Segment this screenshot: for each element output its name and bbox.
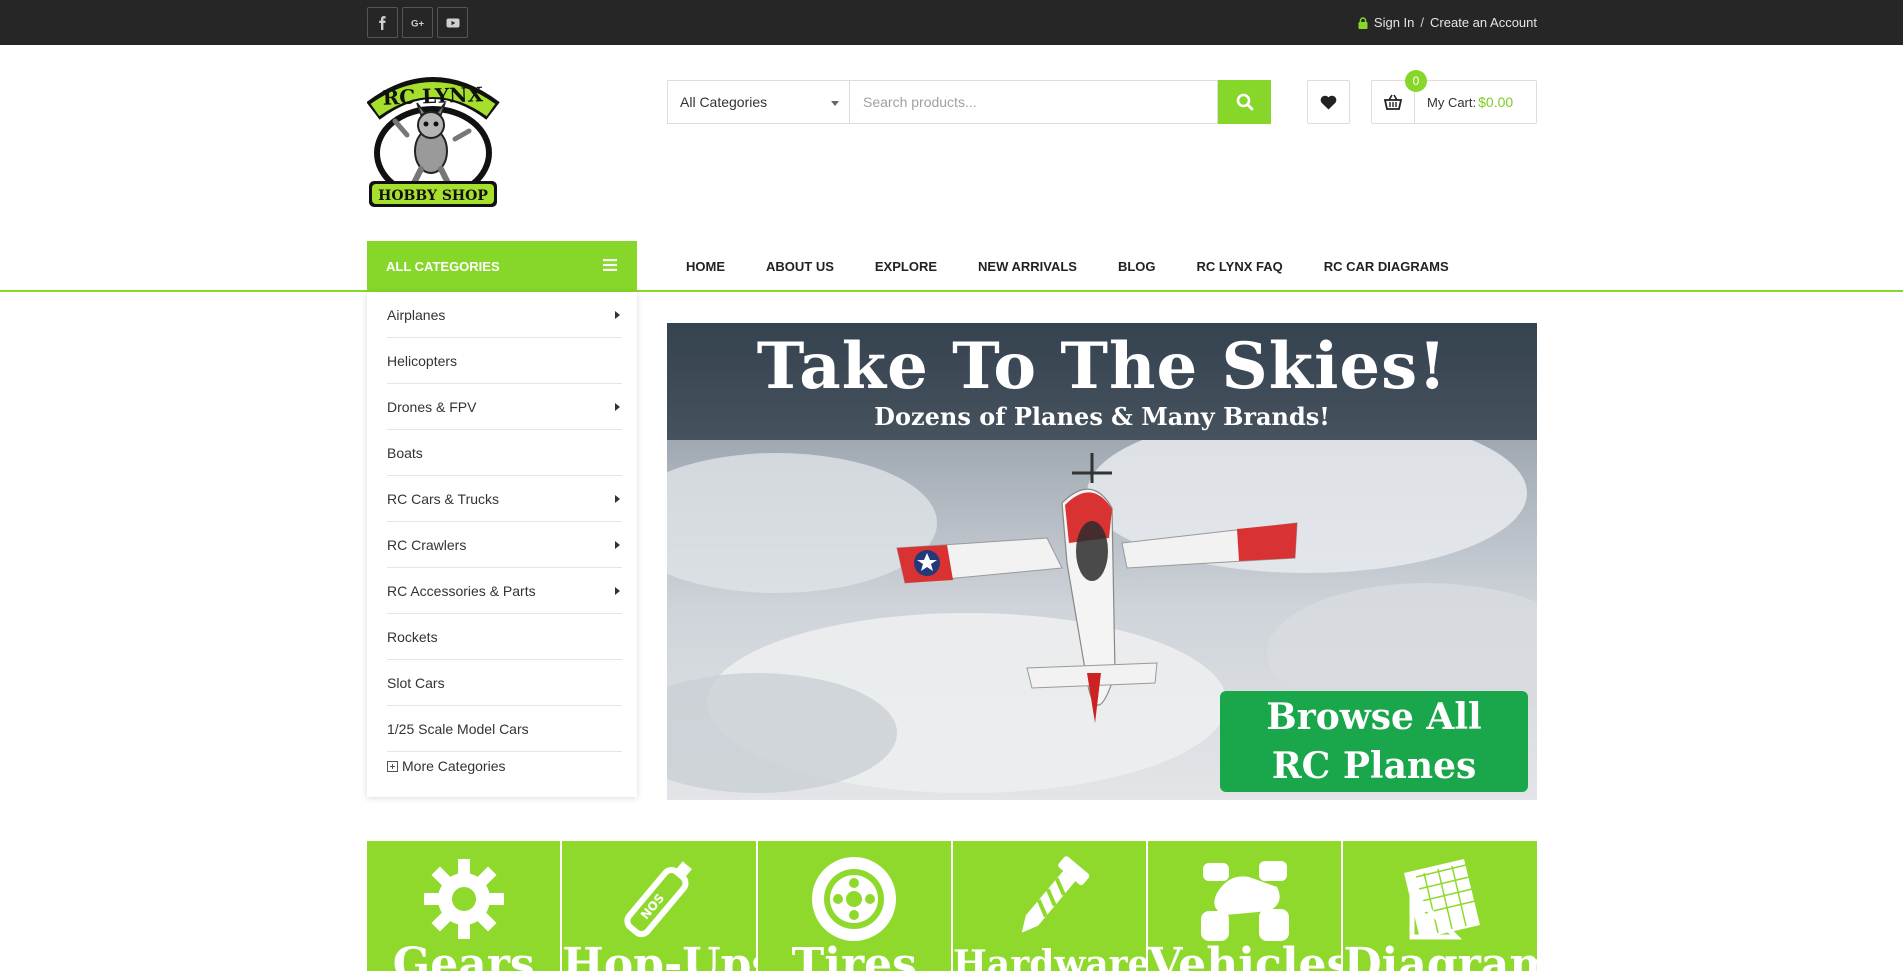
more-categories-link[interactable]: More Categories — [387, 758, 506, 774]
nav-home[interactable]: HOME — [686, 259, 725, 274]
category-item-boats[interactable]: Boats — [387, 430, 622, 476]
create-account-link[interactable]: Create an Account — [1430, 15, 1537, 30]
plus-square-icon — [387, 760, 398, 772]
more-categories-label: More Categories — [402, 758, 506, 774]
tile-label: Hardware — [952, 943, 1147, 971]
category-select-value: All Categories — [680, 94, 768, 110]
category-item-rockets[interactable]: Rockets — [387, 614, 622, 660]
facebook-icon[interactable] — [367, 7, 398, 38]
tile-label: Diagrams — [1343, 939, 1537, 971]
chevron-right-icon — [615, 587, 620, 595]
nav-explore[interactable]: EXPLORE — [875, 259, 937, 274]
category-label: RC Crawlers — [387, 536, 467, 553]
screw-icon — [1021, 856, 1089, 933]
nav-blog[interactable]: BLOG — [1118, 259, 1156, 274]
tile-label: Tires — [791, 939, 917, 971]
nav-about-us[interactable]: ABOUT US — [766, 259, 834, 274]
heart-icon — [1320, 95, 1337, 109]
chevron-right-icon — [615, 403, 620, 411]
category-item-rc-accessories-parts[interactable]: RC Accessories & Parts — [387, 568, 622, 614]
cta-line-1: Browse All — [1266, 696, 1482, 738]
tile-label: Vehicles — [1148, 939, 1342, 971]
chevron-right-icon — [615, 541, 620, 549]
category-label: Slot Cars — [387, 674, 445, 691]
tile-hop-ups[interactable]: NOS Hop-Ups — [562, 841, 756, 971]
tile-diagrams[interactable]: Diagrams — [1343, 841, 1537, 971]
category-label: Helicopters — [387, 352, 458, 369]
category-item-helicopters[interactable]: Helicopters — [387, 338, 622, 384]
cart-button[interactable]: 0 My Cart: $0.00 — [1371, 70, 1537, 124]
svg-text:G+: G+ — [411, 18, 424, 29]
all-categories-button[interactable]: ALL CATEGORIES — [367, 241, 637, 291]
nav-rc-car-diagrams[interactable]: RC CAR DIAGRAMS — [1324, 259, 1449, 274]
category-menu: Airplanes Helicopters Drones & FPV Boats… — [367, 292, 637, 797]
nos-bottle-icon: NOS — [624, 861, 692, 938]
rc-lynx-logo[interactable]: RC LYNX HOBBY SHOP — [367, 73, 503, 211]
nav-new-arrivals[interactable]: NEW ARRIVALS — [978, 259, 1077, 274]
account-separator: / — [1420, 15, 1425, 30]
cart-label-text: My Cart: — [1427, 95, 1477, 110]
category-item-rc-crawlers[interactable]: RC Crawlers — [387, 522, 622, 568]
tile-tires[interactable]: Tires — [757, 841, 951, 971]
nav-rc-lynx-faq[interactable]: RC LYNX FAQ — [1197, 259, 1283, 274]
category-label: Drones & FPV — [387, 398, 477, 415]
svg-text:RC LYNX: RC LYNX — [382, 82, 484, 110]
category-label: RC Accessories & Parts — [387, 582, 536, 599]
category-item-scale-model-cars[interactable]: 1/25 Scale Model Cars — [387, 706, 622, 752]
main-nav: HOME ABOUT US EXPLORE NEW ARRIVALS BLOG … — [686, 259, 1490, 274]
category-label: 1/25 Scale Model Cars — [387, 720, 529, 737]
tile-vehicles[interactable]: Vehicles — [1148, 841, 1342, 971]
tile-gears[interactable]: Gears — [367, 841, 561, 971]
chevron-down-icon — [831, 101, 839, 106]
chevron-right-icon — [615, 311, 620, 319]
tile-hardware[interactable]: Hardware — [952, 841, 1147, 971]
sign-in-link[interactable]: Sign In — [1374, 15, 1414, 30]
cart-amount: $0.00 — [1478, 94, 1514, 110]
tile-label: Hop-Ups — [562, 939, 756, 971]
cart-label: My Cart: $0.00 — [1427, 94, 1513, 110]
account-links: Sign In / Create an Account — [1358, 15, 1537, 30]
category-item-airplanes[interactable]: Airplanes — [387, 292, 622, 338]
search-input[interactable] — [849, 80, 1218, 124]
category-label: Airplanes — [387, 306, 446, 323]
cta-line-2: RC Planes — [1271, 745, 1477, 787]
tile-label: Gears — [392, 939, 535, 971]
category-label: Boats — [387, 444, 423, 461]
category-label: Rockets — [387, 628, 438, 645]
hero-title: Take To The Skies! — [756, 329, 1448, 404]
gear-icon — [423, 859, 504, 939]
tire-icon — [812, 857, 897, 941]
hero-subtitle: Dozens of Planes & Many Brands! — [874, 402, 1330, 431]
category-label: RC Cars & Trucks — [387, 490, 500, 507]
blueprint-icon — [1404, 859, 1481, 940]
category-item-slot-cars[interactable]: Slot Cars — [387, 660, 622, 706]
nav-divider — [0, 290, 1903, 292]
youtube-icon[interactable] — [437, 7, 468, 38]
all-categories-label: ALL CATEGORIES — [386, 258, 500, 274]
chevron-right-icon — [615, 495, 620, 503]
category-item-rc-cars-trucks[interactable]: RC Cars & Trucks — [387, 476, 622, 522]
category-item-drones-fpv[interactable]: Drones & FPV — [387, 384, 622, 430]
wishlist-button[interactable] — [1307, 80, 1350, 124]
top-bar: G+ Sign In / Create an Account — [0, 0, 1903, 45]
hero-banner[interactable]: Take To The Skies! Dozens of Planes & Ma… — [667, 323, 1537, 800]
google-plus-icon[interactable]: G+ — [402, 7, 433, 38]
search-icon — [1236, 93, 1253, 111]
search-button[interactable] — [1218, 80, 1271, 124]
category-select[interactable]: All Categories — [667, 80, 849, 124]
svg-text:HOBBY SHOP: HOBBY SHOP — [378, 188, 488, 204]
shop-tiles: Gears NOS Hop-Ups Tires Hardware Vehicle… — [367, 841, 1537, 971]
browse-planes-button[interactable]: Browse All RC Planes — [1220, 691, 1528, 792]
lock-icon — [1358, 16, 1368, 29]
cart-count-badge: 0 — [1405, 70, 1427, 92]
hamburger-icon — [603, 259, 617, 271]
buggy-icon — [1200, 861, 1289, 941]
